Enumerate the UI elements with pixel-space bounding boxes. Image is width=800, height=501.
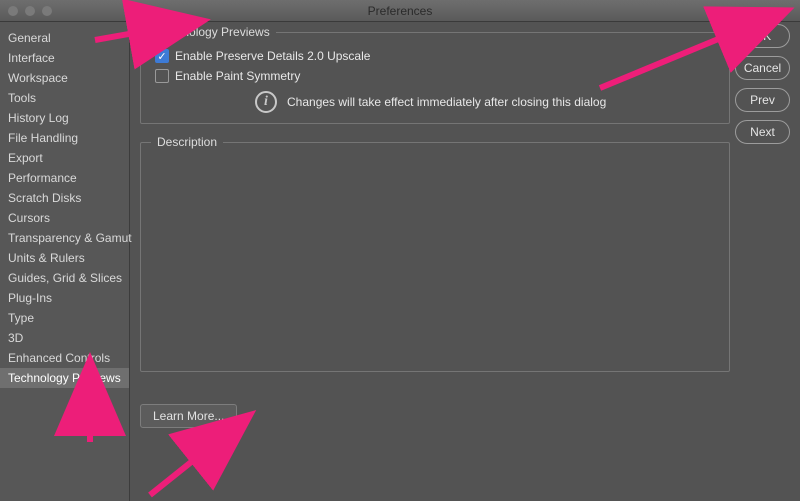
sidebar-item-technology-previews[interactable]: Technology Previews [0, 368, 129, 388]
sidebar-item-plug-ins[interactable]: Plug-Ins [0, 288, 129, 308]
sidebar-item-scratch-disks[interactable]: Scratch Disks [0, 188, 129, 208]
checkbox-label: Enable Preserve Details 2.0 Upscale [175, 49, 370, 63]
checkbox-row-paint-symmetry[interactable]: Enable Paint Symmetry [155, 69, 715, 83]
minimize-icon[interactable] [25, 6, 35, 16]
prev-button[interactable]: Prev [735, 88, 790, 112]
info-row: i Changes will take effect immediately a… [255, 91, 715, 113]
group-title: Technology Previews [151, 25, 276, 39]
dialog-buttons: OK Cancel Prev Next [735, 24, 790, 144]
sidebar-item-3d[interactable]: 3D [0, 328, 129, 348]
checkbox-row-preserve-details[interactable]: ✓ Enable Preserve Details 2.0 Upscale [155, 49, 715, 63]
group-description: Description [140, 142, 730, 372]
checkbox-preserve-details[interactable]: ✓ [155, 49, 169, 63]
sidebar-item-performance[interactable]: Performance [0, 168, 129, 188]
sidebar-item-transparency-gamut[interactable]: Transparency & Gamut [0, 228, 129, 248]
sidebar-item-tools[interactable]: Tools [0, 88, 129, 108]
window-controls [8, 0, 52, 22]
info-text: Changes will take effect immediately aft… [287, 95, 606, 109]
sidebar-item-units-rulers[interactable]: Units & Rulers [0, 248, 129, 268]
ok-button[interactable]: OK [735, 24, 790, 48]
cancel-button[interactable]: Cancel [735, 56, 790, 80]
zoom-icon[interactable] [42, 6, 52, 16]
sidebar-item-cursors[interactable]: Cursors [0, 208, 129, 228]
sidebar-item-enhanced-controls[interactable]: Enhanced Controls [0, 348, 129, 368]
description-title: Description [151, 135, 223, 149]
learn-more-button[interactable]: Learn More... [140, 404, 237, 428]
info-icon: i [255, 91, 277, 113]
next-button[interactable]: Next [735, 120, 790, 144]
sidebar-item-guides-grid-slices[interactable]: Guides, Grid & Slices [0, 268, 129, 288]
checkbox-label: Enable Paint Symmetry [175, 69, 300, 83]
sidebar-item-history-log[interactable]: History Log [0, 108, 129, 128]
close-icon[interactable] [8, 6, 18, 16]
sidebar-item-interface[interactable]: Interface [0, 48, 129, 68]
sidebar-item-type[interactable]: Type [0, 308, 129, 328]
sidebar-item-workspace[interactable]: Workspace [0, 68, 129, 88]
main-panel: Technology Previews ✓ Enable Preserve De… [130, 22, 800, 501]
sidebar-item-export[interactable]: Export [0, 148, 129, 168]
group-technology-previews: Technology Previews ✓ Enable Preserve De… [140, 32, 730, 124]
sidebar-item-file-handling[interactable]: File Handling [0, 128, 129, 148]
sidebar: GeneralInterfaceWorkspaceToolsHistory Lo… [0, 22, 130, 501]
window-title: Preferences [368, 4, 433, 18]
checkbox-paint-symmetry[interactable] [155, 69, 169, 83]
titlebar: Preferences [0, 0, 800, 22]
sidebar-item-general[interactable]: General [0, 28, 129, 48]
